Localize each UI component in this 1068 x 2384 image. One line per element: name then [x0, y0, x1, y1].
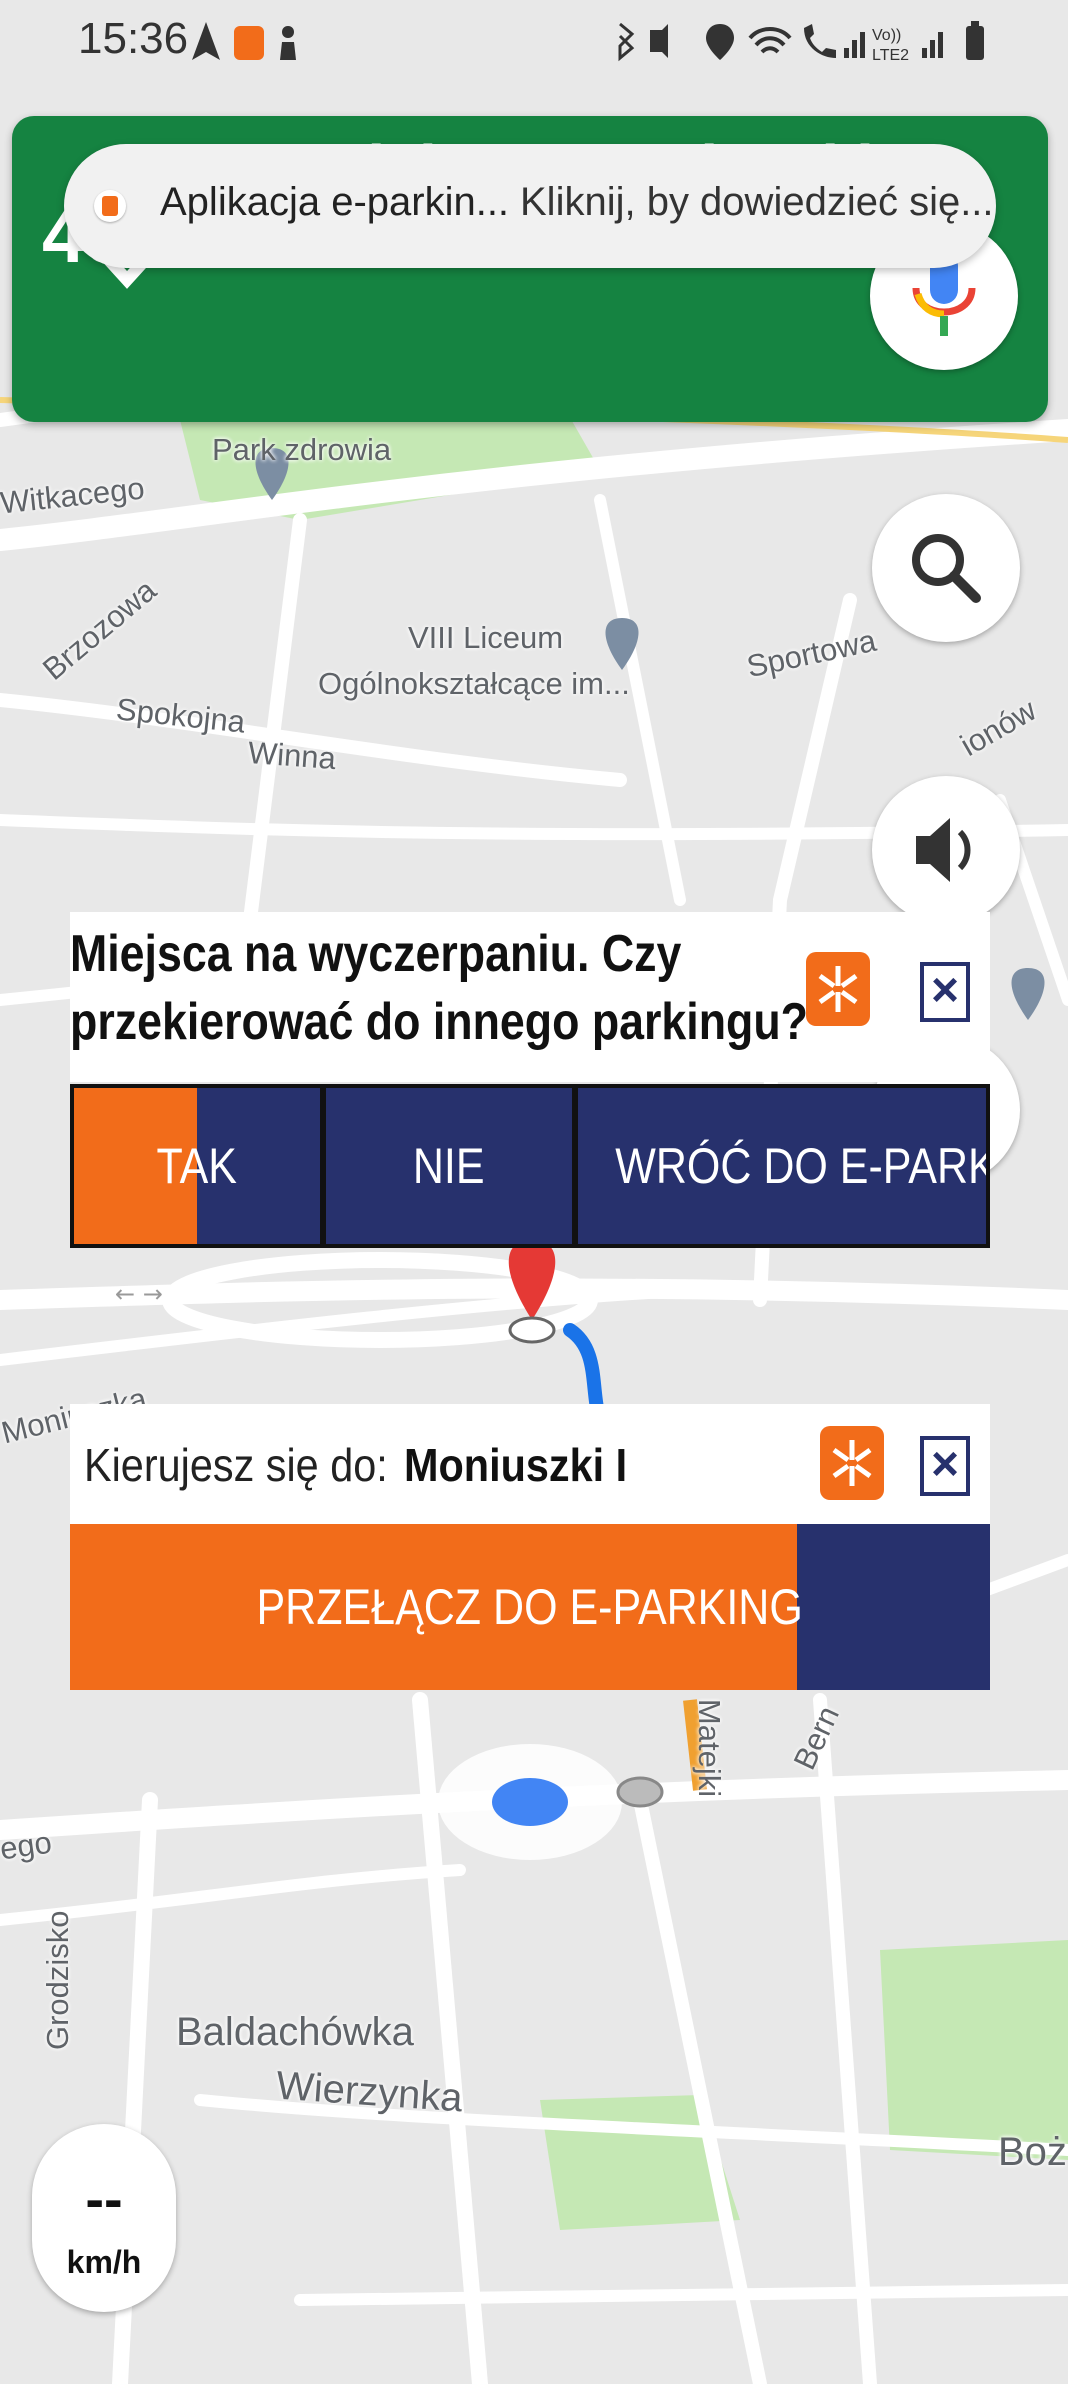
navigation-arrow-icon — [192, 22, 220, 60]
map-label-school: VIII Liceum — [408, 620, 564, 655]
no-button[interactable]: NIE — [326, 1088, 572, 1244]
map-label-school: Ogólnokształcące im... — [318, 666, 630, 701]
svg-text:LTE2: LTE2 — [872, 47, 909, 64]
speed-unit: km/h — [66, 2244, 142, 2280]
eparking-app-icon — [234, 26, 264, 60]
eparking-logo-icon — [820, 1426, 884, 1500]
redirect-question: Miejsca na wyczerpaniu. Czy przekierować… — [70, 925, 809, 1051]
network-label: Vo)) — [872, 27, 901, 44]
status-time: 15:36 — [78, 14, 189, 63]
no-button-label: NIE — [413, 1138, 485, 1194]
status-bar: 15:36 Vo)) LTE2 — [0, 0, 1068, 80]
eparking-logo-icon — [806, 952, 870, 1026]
sound-button[interactable] — [872, 776, 1020, 924]
volume-icon — [916, 818, 971, 882]
eparking-app-icon — [94, 190, 126, 222]
status-system-icons: Vo)) LTE2 — [618, 21, 984, 64]
map-label-street: Matejki — [692, 1698, 728, 1798]
call-icon — [804, 24, 836, 58]
speed-value: -- — [85, 2167, 123, 2230]
back-to-eparking-label: WRÓĆ DO E-PARKING — [615, 1138, 986, 1194]
accessibility-icon — [280, 26, 296, 60]
yes-button-label: TAK — [156, 1138, 238, 1194]
heads-up-notification[interactable]: Aplikacja e-parkin... Kliknij, by dowied… — [64, 144, 996, 268]
green-area — [880, 1940, 1068, 2160]
switch-button-label: PRZEŁĄCZ DO E-PARKING — [70, 1524, 990, 1690]
mute-icon — [650, 24, 668, 58]
notification-app-name: Aplikacja e-parkin... — [160, 180, 510, 224]
svg-text:← →: ← → — [115, 1280, 163, 1308]
switch-button-text: PRZEŁĄCZ DO E-PARKING — [256, 1579, 804, 1635]
location-icon — [706, 24, 734, 60]
close-icon: × — [930, 964, 960, 1017]
bluetooth-icon — [618, 22, 635, 62]
map-label-park: Park zdrowia — [212, 432, 392, 467]
back-to-eparking-button[interactable]: WRÓĆ DO E-PARKING — [578, 1088, 986, 1244]
search-icon — [912, 534, 981, 603]
map-label-district: Baldachówka — [176, 2010, 414, 2054]
map-label-street: Winna — [246, 734, 338, 777]
destination-name: Moniuszki I — [404, 1439, 628, 1491]
notification-text: Kliknij, by dowiedzieć się... — [520, 180, 994, 224]
map-label-street: ego — [0, 1824, 54, 1867]
switch-to-eparking-button[interactable]: PRZEŁĄCZ DO E-PARKING — [70, 1524, 990, 1690]
search-button[interactable] — [872, 494, 1020, 642]
map-label-street: Grodzisko — [40, 1910, 75, 2050]
wifi-icon — [748, 27, 792, 54]
close-redirect-dialog-button[interactable]: × — [920, 962, 970, 1022]
battery-icon — [966, 26, 984, 60]
yes-button[interactable]: TAK — [74, 1088, 320, 1244]
speedometer: -- km/h — [32, 2124, 176, 2312]
close-destination-dialog-button[interactable]: × — [920, 1436, 970, 1496]
close-icon: × — [930, 1438, 960, 1491]
redirect-options: TAK NIE WRÓĆ DO E-PARKING — [70, 1084, 990, 1248]
map-label-district: Boż — [998, 2130, 1067, 2174]
status-notification-icons — [192, 22, 296, 60]
destination-prefix: Kierujesz się do: — [84, 1439, 388, 1491]
